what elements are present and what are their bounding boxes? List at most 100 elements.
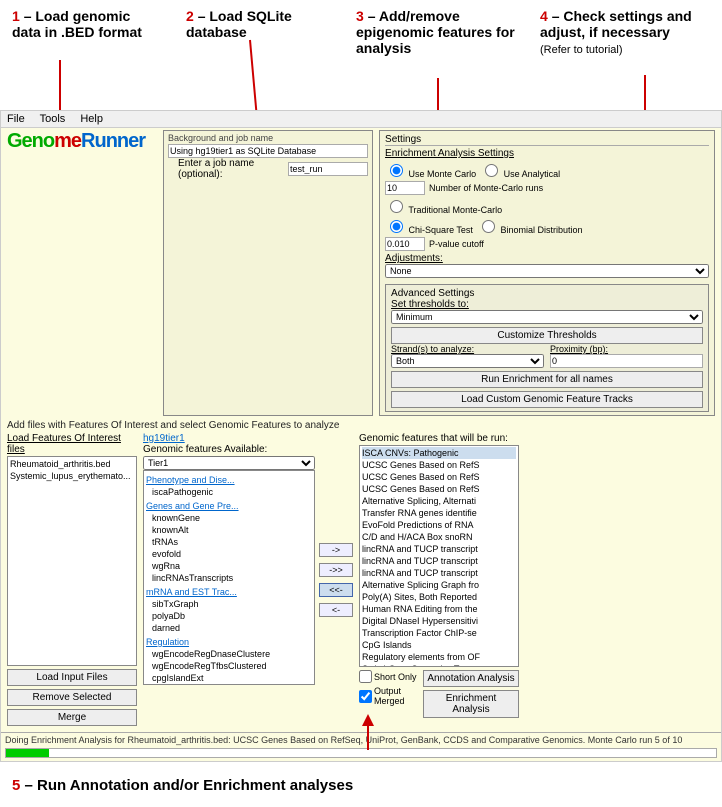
- list-item[interactable]: evofold: [146, 548, 312, 560]
- settings-panel: Settings Enrichment Analysis Settings Us…: [379, 130, 715, 416]
- callout-3-num: 3: [356, 8, 364, 24]
- output-merged-checkbox[interactable]: Output Merged: [359, 686, 419, 706]
- menu-tools[interactable]: Tools: [40, 113, 66, 125]
- mc-runs-spinner[interactable]: 10: [385, 181, 425, 195]
- add-button[interactable]: ->: [319, 543, 353, 557]
- mc-runs-label: Number of Monte-Carlo runs: [429, 183, 543, 193]
- list-item[interactable]: darned: [146, 622, 312, 634]
- menu-help[interactable]: Help: [80, 113, 103, 125]
- pvalue-spinner[interactable]: 0.010: [385, 237, 425, 251]
- settings-heading: Settings: [385, 134, 709, 146]
- list-item[interactable]: lincRNA and TUCP transcript: [362, 567, 516, 579]
- proximity-label: Proximity (bp):: [550, 344, 703, 354]
- list-item[interactable]: Systemic_lupus_erythemato...: [10, 470, 134, 482]
- app-logo: GenomeRunner: [7, 130, 145, 416]
- tier-select[interactable]: Tier1: [143, 456, 315, 470]
- settings-subheading: Enrichment Analysis Settings: [385, 148, 709, 159]
- list-item[interactable]: Regulatory elements from OF: [362, 651, 516, 663]
- bgjob-title: Background and job name: [168, 133, 368, 143]
- jobname-input[interactable]: [288, 162, 368, 176]
- list-item[interactable]: EvoFold Predictions of RNA: [362, 519, 516, 531]
- list-item[interactable]: UCSC Genes Based on RefS: [362, 483, 516, 495]
- annotation-analysis-button[interactable]: Annotation Analysis: [423, 670, 519, 687]
- radio-binomial[interactable]: Binomial Distribution: [477, 217, 583, 235]
- load-input-files-button[interactable]: Load Input Files: [7, 669, 137, 686]
- list-item[interactable]: oreganno: [146, 684, 312, 685]
- remove-button[interactable]: <<-: [319, 583, 353, 597]
- list-item[interactable]: ISCA CNVs: Pathogenic: [362, 447, 516, 459]
- tier-link[interactable]: hg19tier1: [143, 433, 185, 444]
- remove-all-button[interactable]: <-: [319, 603, 353, 617]
- callouts-overlay: 1 – Load genomic data in .BED format 2 –…: [0, 0, 722, 110]
- list-item[interactable]: Human RNA Editing from the: [362, 603, 516, 615]
- merge-button[interactable]: Merge: [7, 709, 137, 726]
- radio-analytical[interactable]: Use Analytical: [480, 161, 560, 179]
- adjustments-select[interactable]: None: [385, 264, 709, 278]
- remove-selected-button[interactable]: Remove Selected: [7, 689, 137, 706]
- list-item[interactable]: polyaDb: [146, 610, 312, 622]
- list-item[interactable]: knownGene: [146, 512, 312, 524]
- features-run-label: Genomic features that will be run:: [359, 433, 519, 444]
- list-item[interactable]: lincRNAsTranscripts: [146, 572, 312, 584]
- strand-label: Strand(s) to analyze:: [391, 344, 544, 354]
- jobname-label: Enter a job name (optional):: [178, 158, 284, 180]
- thresholds-select[interactable]: Minimum: [391, 310, 703, 324]
- feature-category[interactable]: Regulation: [146, 636, 312, 648]
- menu-file[interactable]: File: [7, 113, 25, 125]
- list-item[interactable]: lincRNA and TUCP transcript: [362, 555, 516, 567]
- callout-5-num: 5: [12, 777, 20, 794]
- callout-1-num: 1: [12, 8, 20, 24]
- list-item[interactable]: C/D and H/ACA Box snoRN: [362, 531, 516, 543]
- adjustments-label: Adjustments:: [385, 253, 709, 264]
- list-item[interactable]: sibTxGraph: [146, 598, 312, 610]
- list-item[interactable]: Transfer RNA genes identifie: [362, 507, 516, 519]
- list-item[interactable]: wgEncodeRegDnaseClustere: [146, 648, 312, 660]
- callout-1-text: – Load genomic data in .BED format: [12, 8, 142, 40]
- strand-select[interactable]: Both: [391, 354, 544, 368]
- advanced-heading: Advanced Settings: [391, 288, 703, 299]
- features-available-list[interactable]: Phenotype and Dise... iscaPathogenic Gen…: [143, 470, 315, 685]
- enrichment-analysis-button[interactable]: Enrichment Analysis: [423, 690, 519, 718]
- list-item[interactable]: iscaPathogenic: [146, 486, 312, 498]
- callout-3-text: – Add/remove epigenomic features for ana…: [356, 8, 515, 56]
- customize-thresholds-button[interactable]: Customize Thresholds: [391, 327, 703, 344]
- menu-bar: File Tools Help: [1, 111, 721, 128]
- list-item[interactable]: lincRNA and TUCP transcript: [362, 543, 516, 555]
- feature-category[interactable]: Genes and Gene Pre...: [146, 500, 312, 512]
- features-run-list[interactable]: ISCA CNVs: PathogenicUCSC Genes Based on…: [359, 445, 519, 667]
- load-custom-tracks-button[interactable]: Load Custom Genomic Feature Tracks: [391, 391, 703, 408]
- sqlite-db-field[interactable]: [168, 144, 368, 158]
- list-item[interactable]: UCSC Genes Based on RefS: [362, 471, 516, 483]
- short-only-checkbox[interactable]: Short Only: [359, 670, 419, 683]
- list-item[interactable]: CpG Islands: [362, 639, 516, 651]
- list-item[interactable]: Alternative Splicing, Alternati: [362, 495, 516, 507]
- list-item[interactable]: knownAlt: [146, 524, 312, 536]
- list-item[interactable]: Alternative Splicing Graph fro: [362, 579, 516, 591]
- radio-traditional[interactable]: Traditional Monte-Carlo: [385, 197, 502, 215]
- feature-category[interactable]: mRNA and EST Trac...: [146, 586, 312, 598]
- list-item[interactable]: UCSC Genes Based on RefS: [362, 459, 516, 471]
- proximity-spinner[interactable]: 0: [550, 354, 703, 368]
- run-enrichment-all-button[interactable]: Run Enrichment for all names: [391, 371, 703, 388]
- list-item[interactable]: Poly(A) Sites, Both Reported: [362, 591, 516, 603]
- foi-label: Load Features Of Interest files: [7, 433, 137, 455]
- advanced-settings-box: Advanced Settings Set thresholds to: Min…: [385, 284, 709, 412]
- callout-5-text: – Run Annotation and/or Enrichment analy…: [25, 777, 354, 794]
- app-window: File Tools Help GenomeRunner Background …: [0, 110, 722, 762]
- foi-file-list[interactable]: Rheumatoid_arthritis.bed Systemic_lupus_…: [7, 456, 137, 666]
- feature-category[interactable]: Phenotype and Dise...: [146, 474, 312, 486]
- features-available-label: Genomic features Available:: [143, 444, 315, 455]
- progress-bar: [5, 748, 717, 758]
- radio-chisq[interactable]: Chi-Square Test: [385, 217, 473, 235]
- radio-montecarlo[interactable]: Use Monte Carlo: [385, 161, 476, 179]
- list-item[interactable]: wgEncodeRegTfbsClustered: [146, 660, 312, 672]
- list-item[interactable]: Transcription Factor ChIP-se: [362, 627, 516, 639]
- callout-2-num: 2: [186, 8, 194, 24]
- instruction-line: Add files with Features Of Interest and …: [1, 418, 721, 433]
- add-all-button[interactable]: ->>: [319, 563, 353, 577]
- list-item[interactable]: cpgIslandExt: [146, 672, 312, 684]
- list-item[interactable]: tRNAs: [146, 536, 312, 548]
- list-item[interactable]: wgRna: [146, 560, 312, 572]
- list-item[interactable]: Rheumatoid_arthritis.bed: [10, 458, 134, 470]
- callout-4-num: 4: [540, 8, 548, 24]
